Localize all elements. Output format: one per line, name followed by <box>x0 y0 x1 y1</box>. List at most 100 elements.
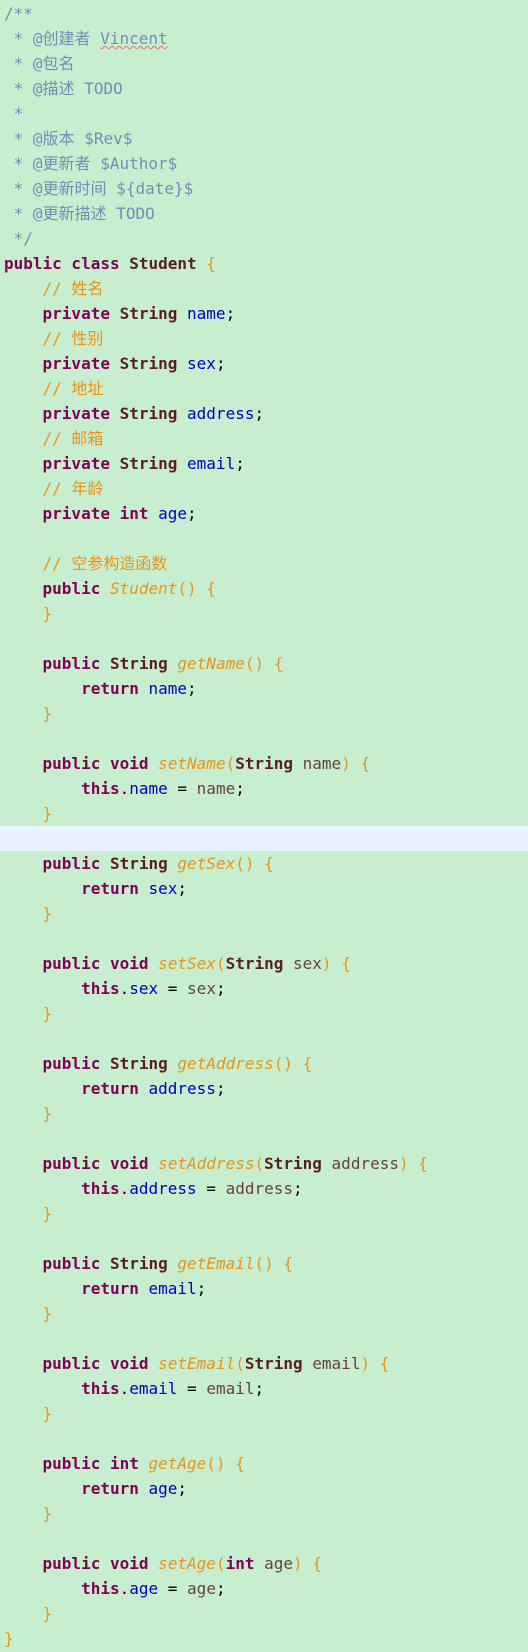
code-token-field: name <box>129 779 168 798</box>
code-line[interactable]: /** <box>0 1 528 26</box>
code-token-punct: ; <box>187 679 197 698</box>
code-line[interactable] <box>0 1026 528 1051</box>
code-token-punct: = <box>158 979 188 998</box>
code-line[interactable]: return age; <box>0 1476 528 1501</box>
code-line[interactable]: this.sex = sex; <box>0 976 528 1001</box>
code-token-brace: ) { <box>293 1554 322 1573</box>
code-line[interactable]: // 空参构造函数 <box>0 551 528 576</box>
code-token-type: String <box>119 404 188 423</box>
code-line[interactable]: // 性别 <box>0 326 528 351</box>
code-token-method: setSex <box>158 954 216 973</box>
code-line[interactable] <box>0 626 528 651</box>
code-line[interactable]: public String getAddress() { <box>0 1051 528 1076</box>
code-token-brace: () { <box>177 579 216 598</box>
code-token-brace: } <box>4 1404 53 1423</box>
code-line[interactable]: return email; <box>0 1276 528 1301</box>
code-line[interactable] <box>0 526 528 551</box>
code-line[interactable]: // 邮箱 <box>0 426 528 451</box>
code-token-brace: ) { <box>398 1154 428 1173</box>
code-line[interactable]: } <box>0 1101 528 1126</box>
code-line[interactable] <box>0 926 528 951</box>
code-line[interactable]: } <box>0 1626 528 1651</box>
code-token-type: String <box>109 1254 178 1273</box>
code-line[interactable]: } <box>0 701 528 726</box>
code-line[interactable]: } <box>0 1201 528 1226</box>
code-line[interactable]: */ <box>0 226 528 251</box>
code-line[interactable]: this.age = age; <box>0 1576 528 1601</box>
code-line[interactable]: public void setSex(String sex) { <box>0 951 528 976</box>
code-line[interactable]: } <box>0 1001 528 1026</box>
code-line[interactable]: this.email = email; <box>0 1376 528 1401</box>
code-line[interactable]: private String sex; <box>0 351 528 376</box>
code-line[interactable] <box>0 726 528 751</box>
code-token-param: address <box>331 1154 399 1173</box>
code-line[interactable]: // 年龄 <box>0 476 528 501</box>
code-line[interactable]: } <box>0 601 528 626</box>
code-line[interactable] <box>0 1326 528 1351</box>
code-line[interactable]: } <box>0 1501 528 1526</box>
code-line[interactable]: private String email; <box>0 451 528 476</box>
code-line[interactable]: return address; <box>0 1076 528 1101</box>
code-line[interactable]: * @描述 TODO <box>0 76 528 101</box>
code-token-field: sex <box>129 979 159 998</box>
code-token-keyword: return <box>81 879 149 898</box>
code-token-punct: ; <box>187 504 197 523</box>
code-token-method: getAge <box>148 1454 207 1473</box>
code-token-brace: () { <box>273 1054 313 1073</box>
code-line[interactable]: * @更新描述 TODO <box>0 201 528 226</box>
code-token-keyword: void <box>109 954 159 973</box>
code-line[interactable]: * @创建者 Vincent <box>0 26 528 51</box>
code-line[interactable]: } <box>0 801 528 826</box>
code-token-field: address <box>187 404 255 423</box>
code-token-keyword: private <box>42 404 120 423</box>
code-line[interactable]: return name; <box>0 676 528 701</box>
code-line[interactable]: public String getSex() { <box>0 851 528 876</box>
code-token-javadoc: Vincent <box>100 29 168 48</box>
code-token-type: String <box>264 1154 332 1173</box>
code-line[interactable]: public void setEmail(String email) { <box>0 1351 528 1376</box>
code-line[interactable]: * @版本 $Rev$ <box>0 126 528 151</box>
code-line[interactable]: * @包名 <box>0 51 528 76</box>
code-token-brace: ) { <box>321 954 351 973</box>
code-editor[interactable]: /** * @创建者 Vincent * @包名 * @描述 TODO * * … <box>0 0 528 1652</box>
code-token-field: name <box>148 679 188 698</box>
code-token-brace: ( <box>254 1154 265 1173</box>
code-line[interactable]: } <box>0 901 528 926</box>
code-line[interactable]: this.name = name; <box>0 776 528 801</box>
code-token-comment: // 年龄 <box>4 479 104 498</box>
code-line[interactable]: } <box>0 1401 528 1426</box>
current-line-highlight[interactable] <box>0 826 528 851</box>
code-token-field: age <box>158 504 188 523</box>
code-line[interactable] <box>0 1426 528 1451</box>
code-line[interactable]: } <box>0 1601 528 1626</box>
code-line[interactable]: * <box>0 101 528 126</box>
code-token-punct: = <box>177 1379 207 1398</box>
code-line[interactable] <box>0 1226 528 1251</box>
code-token-brace: ( <box>235 1354 245 1373</box>
code-line[interactable]: private String name; <box>0 301 528 326</box>
code-token-brace: () { <box>206 1454 245 1473</box>
code-line[interactable]: // 姓名 <box>0 276 528 301</box>
code-line[interactable]: public void setName(String name) { <box>0 751 528 776</box>
code-line[interactable]: public Student() { <box>0 576 528 601</box>
code-line[interactable]: * @更新者 $Author$ <box>0 151 528 176</box>
code-line[interactable]: return sex; <box>0 876 528 901</box>
code-line[interactable]: private int age; <box>0 501 528 526</box>
code-token-brace: } <box>4 704 53 723</box>
code-line[interactable]: private String address; <box>0 401 528 426</box>
code-token-javadoc: $Author$ <box>100 154 178 173</box>
code-line[interactable]: public int getAge() { <box>0 1451 528 1476</box>
code-line[interactable] <box>0 1526 528 1551</box>
code-line[interactable]: public String getName() { <box>0 651 528 676</box>
code-line[interactable]: } <box>0 1301 528 1326</box>
code-line[interactable]: // 地址 <box>0 376 528 401</box>
code-line[interactable]: public class Student { <box>0 251 528 276</box>
code-line[interactable]: * @更新时间 ${date}$ <box>0 176 528 201</box>
code-line[interactable]: public void setAge(int age) { <box>0 1551 528 1576</box>
code-line[interactable]: public void setAddress(String address) { <box>0 1151 528 1176</box>
code-line[interactable]: public String getEmail() { <box>0 1251 528 1276</box>
code-line[interactable]: this.address = address; <box>0 1176 528 1201</box>
code-line[interactable] <box>0 1126 528 1151</box>
